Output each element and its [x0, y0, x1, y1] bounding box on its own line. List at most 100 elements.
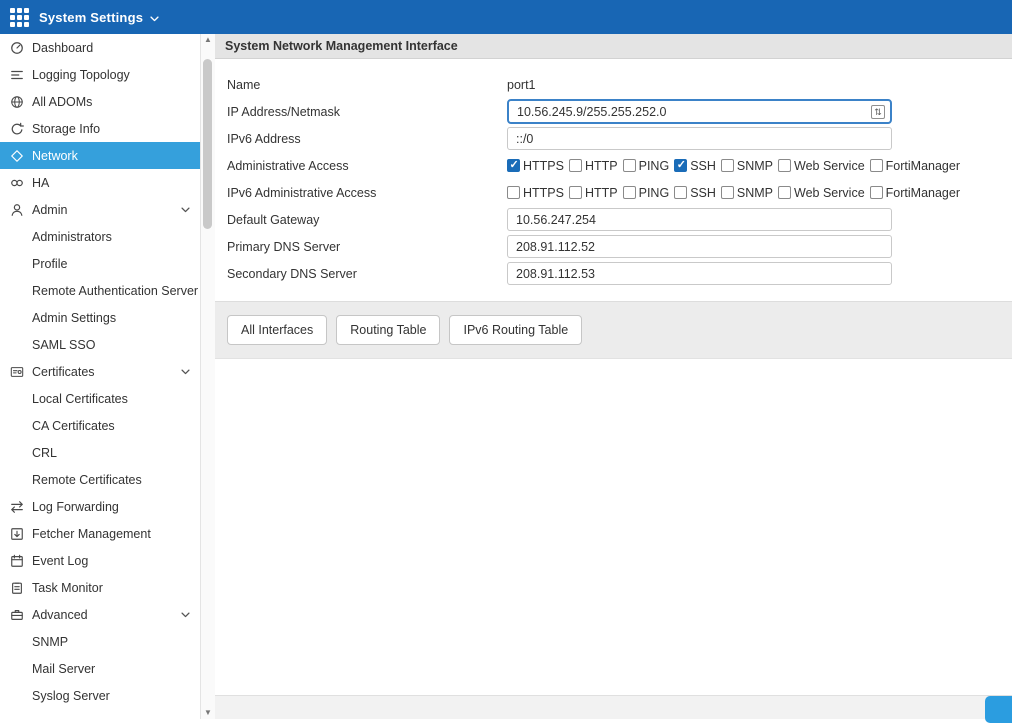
scroll-up-icon[interactable]: ▲ — [204, 35, 212, 45]
sidebar-item-all-adoms[interactable]: All ADOMs — [0, 88, 200, 115]
checkbox-icon[interactable] — [721, 159, 734, 172]
checkbox-web-service[interactable]: Web Service — [778, 159, 865, 173]
ip-netmask-input[interactable] — [507, 99, 892, 124]
checkbox-icon[interactable] — [870, 186, 883, 199]
sidebar-item-label: HA — [32, 176, 49, 190]
ipv6-address-input[interactable] — [507, 127, 892, 150]
secondary-dns-input[interactable] — [507, 262, 892, 285]
checkbox-ipv6-snmp[interactable]: SNMP — [721, 186, 773, 200]
sidebar-item-dashboard[interactable]: Dashboard — [0, 34, 200, 61]
sidebar-item-certificates[interactable]: Certificates — [0, 358, 200, 385]
sidebar-item-saml-sso[interactable]: SAML SSO — [0, 331, 200, 358]
app-grid-icon[interactable] — [10, 8, 29, 27]
checkbox-label: SSH — [690, 159, 716, 173]
sidebar-scrollbar[interactable]: ▲ ▼ — [200, 34, 215, 719]
checkbox-label: HTTPS — [523, 159, 564, 173]
network-form: Name port1 IP Address/Netmask ⇅ IPv6 Add… — [215, 59, 1012, 301]
ipv6-routing-table-button[interactable]: IPv6 Routing Table — [449, 315, 582, 345]
sidebar-item-event-log[interactable]: Event Log — [0, 547, 200, 574]
sidebar-item-local-certificates[interactable]: Local Certificates — [0, 385, 200, 412]
ipv6-admin-access-checkbox-group: HTTPS HTTP PING SSH SNMP Web Service For… — [507, 186, 960, 200]
app-title: System Settings — [39, 10, 143, 25]
admin-access-checkbox-group: HTTPS HTTP PING SSH SNMP Web Service For… — [507, 159, 960, 173]
all-interfaces-button[interactable]: All Interfaces — [227, 315, 327, 345]
checkbox-icon[interactable] — [870, 159, 883, 172]
checkbox-label: SSH — [690, 186, 716, 200]
checkbox-icon[interactable] — [674, 159, 687, 172]
checkbox-icon[interactable] — [623, 186, 636, 199]
checkbox-label: FortiManager — [886, 186, 960, 200]
scrollbar-thumb[interactable] — [203, 59, 212, 229]
primary-dns-input[interactable] — [507, 235, 892, 258]
sidebar-item-logging-topology[interactable]: Logging Topology — [0, 61, 200, 88]
sidebar-item-ca-certificates[interactable]: CA Certificates — [0, 412, 200, 439]
checkbox-https[interactable]: HTTPS — [507, 159, 564, 173]
sidebar-item-network[interactable]: Network — [0, 142, 200, 169]
form-row-ipv6-admin-access: IPv6 Administrative Access HTTPS HTTP PI… — [227, 179, 1000, 206]
checkbox-ipv6-http[interactable]: HTTP — [569, 186, 618, 200]
checkbox-ping[interactable]: PING — [623, 159, 670, 173]
sidebar-item-snmp[interactable]: SNMP — [0, 628, 200, 655]
sidebar-item-fetcher-management[interactable]: Fetcher Management — [0, 520, 200, 547]
form-row-dns2: Secondary DNS Server — [227, 260, 1000, 287]
checkbox-icon[interactable] — [507, 186, 520, 199]
sidebar-item-remote-authentication-server[interactable]: Remote Authentication Server — [0, 277, 200, 304]
checkbox-ipv6-web-service[interactable]: Web Service — [778, 186, 865, 200]
sidebar-item-label: Administrators — [32, 230, 112, 244]
input-addon-icon[interactable]: ⇅ — [871, 105, 885, 119]
sidebar-item-label: Network — [32, 149, 78, 163]
checkbox-icon[interactable] — [569, 186, 582, 199]
sidebar-item-administrators[interactable]: Administrators — [0, 223, 200, 250]
sidebar-item-admin[interactable]: Admin — [0, 196, 200, 223]
checkbox-ipv6-ping[interactable]: PING — [623, 186, 670, 200]
checkbox-icon[interactable] — [778, 186, 791, 199]
sidebar-item-storage-info[interactable]: Storage Info — [0, 115, 200, 142]
checkbox-label: Web Service — [794, 159, 865, 173]
form-row-name: Name port1 — [227, 71, 1000, 98]
routing-table-button[interactable]: Routing Table — [336, 315, 440, 345]
checkbox-ipv6-https[interactable]: HTTPS — [507, 186, 564, 200]
sidebar-item-label: Event Log — [32, 554, 88, 568]
fetcher-icon — [9, 527, 25, 541]
checkbox-label: HTTP — [585, 159, 618, 173]
checkbox-http[interactable]: HTTP — [569, 159, 618, 173]
sidebar-item-crl[interactable]: CRL — [0, 439, 200, 466]
sidebar-item-ha[interactable]: HA — [0, 169, 200, 196]
topology-icon — [9, 68, 25, 82]
checkbox-icon[interactable] — [623, 159, 636, 172]
sidebar-item-profile[interactable]: Profile — [0, 250, 200, 277]
checkbox-label: HTTP — [585, 186, 618, 200]
checkbox-ipv6-ssh[interactable]: SSH — [674, 186, 716, 200]
network-icon — [9, 149, 25, 163]
sidebar-item-label: SNMP — [32, 635, 68, 649]
checkbox-fortimanager[interactable]: FortiManager — [870, 159, 960, 173]
checkbox-icon[interactable] — [507, 159, 520, 172]
sidebar-item-label: Dashboard — [32, 41, 93, 55]
sidebar-item-task-monitor[interactable]: Task Monitor — [0, 574, 200, 601]
sidebar-item-advanced[interactable]: Advanced — [0, 601, 200, 628]
checkbox-snmp[interactable]: SNMP — [721, 159, 773, 173]
primary-dns-label: Primary DNS Server — [227, 240, 507, 254]
scrollbar-track[interactable] — [201, 45, 215, 708]
checkbox-ssh[interactable]: SSH — [674, 159, 716, 173]
checkbox-icon[interactable] — [721, 186, 734, 199]
admin-access-label: Administrative Access — [227, 159, 507, 173]
default-gateway-input[interactable] — [507, 208, 892, 231]
scroll-down-icon[interactable]: ▼ — [204, 708, 212, 718]
app-switcher[interactable]: System Settings — [39, 10, 160, 25]
sidebar-item-syslog-server[interactable]: Syslog Server — [0, 682, 200, 709]
checkbox-icon[interactable] — [778, 159, 791, 172]
sidebar-item-admin-settings[interactable]: Admin Settings — [0, 304, 200, 331]
sidebar-item-log-forwarding[interactable]: Log Forwarding — [0, 493, 200, 520]
sidebar-item-remote-certificates[interactable]: Remote Certificates — [0, 466, 200, 493]
checkbox-label: FortiManager — [886, 159, 960, 173]
sidebar-item-label: CRL — [32, 446, 57, 460]
checkbox-ipv6-fortimanager[interactable]: FortiManager — [870, 186, 960, 200]
chevron-down-icon — [180, 366, 191, 377]
checkbox-icon[interactable] — [674, 186, 687, 199]
form-row-ipv6: IPv6 Address — [227, 125, 1000, 152]
checkbox-icon[interactable] — [569, 159, 582, 172]
sidebar-item-mail-server[interactable]: Mail Server — [0, 655, 200, 682]
event-log-icon — [9, 554, 25, 568]
checkbox-label: SNMP — [737, 159, 773, 173]
